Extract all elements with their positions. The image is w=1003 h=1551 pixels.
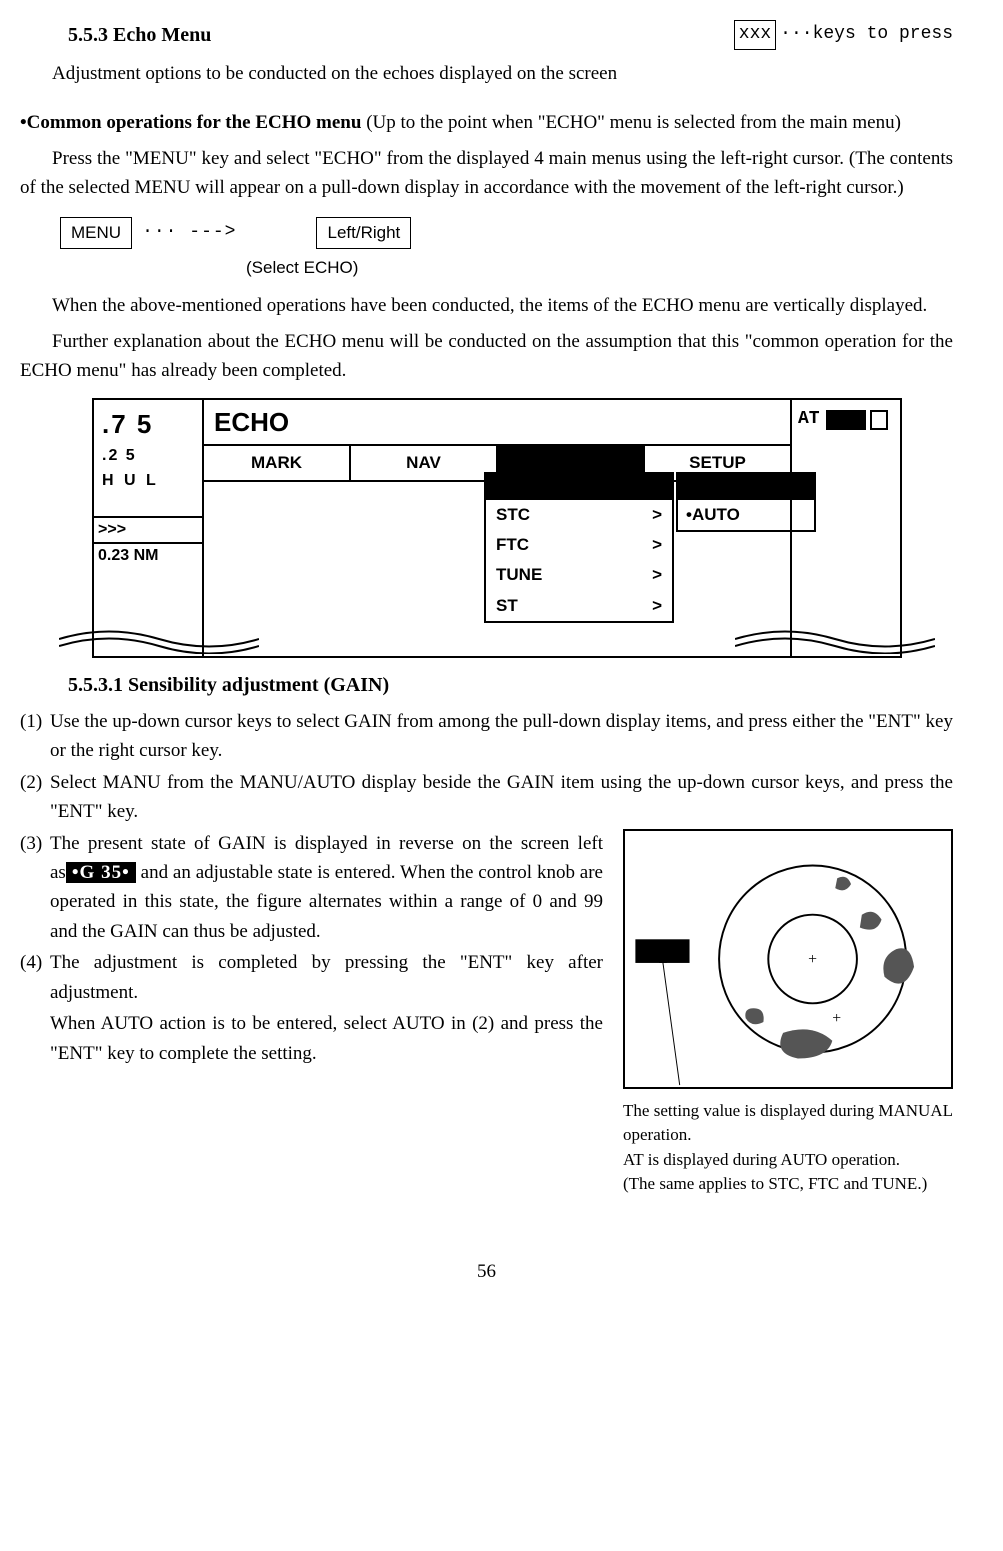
distance-row: 0.23 NM (94, 542, 202, 569)
svg-text:+: + (808, 950, 817, 967)
key-sequence: MENU ··· ---> Left/Right (60, 217, 953, 249)
common-ops-lead: •Common operations for the ECHO menu (Up… (20, 108, 953, 137)
common-ops-p2: When the above-mentioned operations have… (20, 291, 953, 320)
common-ops-rest: (Up to the point when "ECHO" menu is sel… (361, 112, 900, 133)
dropdown-item-stc[interactable]: STC> (486, 500, 672, 530)
figure-caption: The setting value is displayed during MA… (623, 1099, 953, 1198)
gain-step-2: Select MANU from the MANU/AUTO display b… (50, 768, 953, 827)
dropdown-item-st[interactable]: ST> (486, 591, 672, 621)
at-indicator: AT (792, 400, 900, 434)
gain-step-4: The adjustment is completed by pressing … (50, 948, 603, 1007)
menu-key[interactable]: MENU (60, 217, 132, 249)
page-number: 56 (20, 1257, 953, 1286)
echo-menu-diagram: .7 5 .2 5 H U L >>> 0.23 NM ECHO MARK NA… (92, 398, 902, 658)
section-title: 5.5.3 Echo Menu (68, 24, 211, 46)
radar-figure: + + (623, 829, 953, 1089)
fig-cap-1: The setting value is displayed during MA… (623, 1099, 953, 1148)
common-ops-bold: •Common operations for the ECHO menu (20, 112, 361, 133)
diagram-left-panel: .7 5 .2 5 H U L >>> 0.23 NM (94, 400, 204, 656)
echo-title: ECHO (204, 400, 790, 446)
range-small: .2 5 (94, 444, 202, 469)
item-num-2: (2) (20, 768, 50, 827)
svg-text:+: + (832, 1010, 841, 1027)
hul-label: H U L (94, 469, 202, 494)
gain-auto-p: When AUTO action is to be entered, selec… (50, 1009, 603, 1068)
dropdown-item-selected[interactable] (486, 474, 672, 500)
diagram-main: ECHO MARK NAV SETUP STC> FTC> TUNE> ST> … (204, 400, 790, 656)
fig-cap-3: (The same applies to STC, FTC and TUNE.) (623, 1172, 953, 1197)
echo-dropdown: STC> FTC> TUNE> ST> (484, 472, 674, 623)
legend-text: ···keys to press (780, 21, 953, 49)
torn-edge-left (59, 624, 259, 654)
arrow-icon: ··· ---> (142, 219, 236, 247)
common-ops-p1: Press the "MENU" key and select "ECHO" f… (20, 144, 953, 203)
dropdown-item-tune[interactable]: TUNE> (486, 560, 672, 590)
torn-edge-right (735, 624, 935, 654)
legend-keys: xxx ···keys to press (734, 20, 953, 50)
dropdown-item-ftc[interactable]: FTC> (486, 530, 672, 560)
left-right-key[interactable]: Left/Right (316, 217, 411, 249)
item-num-3: (3) (20, 829, 50, 947)
gain-value-badge: •G 35• (66, 862, 136, 883)
legend-xxx-box: xxx (734, 20, 776, 50)
at-black-box (826, 410, 866, 430)
tab-mark[interactable]: MARK (204, 446, 351, 480)
tab-nav[interactable]: NAV (351, 446, 498, 480)
at-open-box (870, 410, 888, 430)
item-num-1: (1) (20, 707, 50, 766)
gain-step-1: Use the up-down cursor keys to select GA… (50, 707, 953, 766)
select-echo-label: (Select ECHO) (246, 255, 953, 281)
fig-cap-2: AT is displayed during AUTO operation. (623, 1148, 953, 1173)
item-num-4: (4) (20, 948, 50, 1007)
common-ops-p3: Further explanation about the ECHO menu … (20, 327, 953, 386)
gain-step-3: The present state of GAIN is displayed i… (50, 829, 603, 947)
intro-text: Adjustment options to be conducted on th… (52, 59, 953, 88)
range-large: .7 5 (94, 400, 202, 444)
arrows-row: >>> (94, 516, 202, 543)
diagram-right-panel: AT (790, 400, 900, 656)
gain-title: 5.5.3.1 Sensibility adjustment (GAIN) (68, 670, 953, 701)
